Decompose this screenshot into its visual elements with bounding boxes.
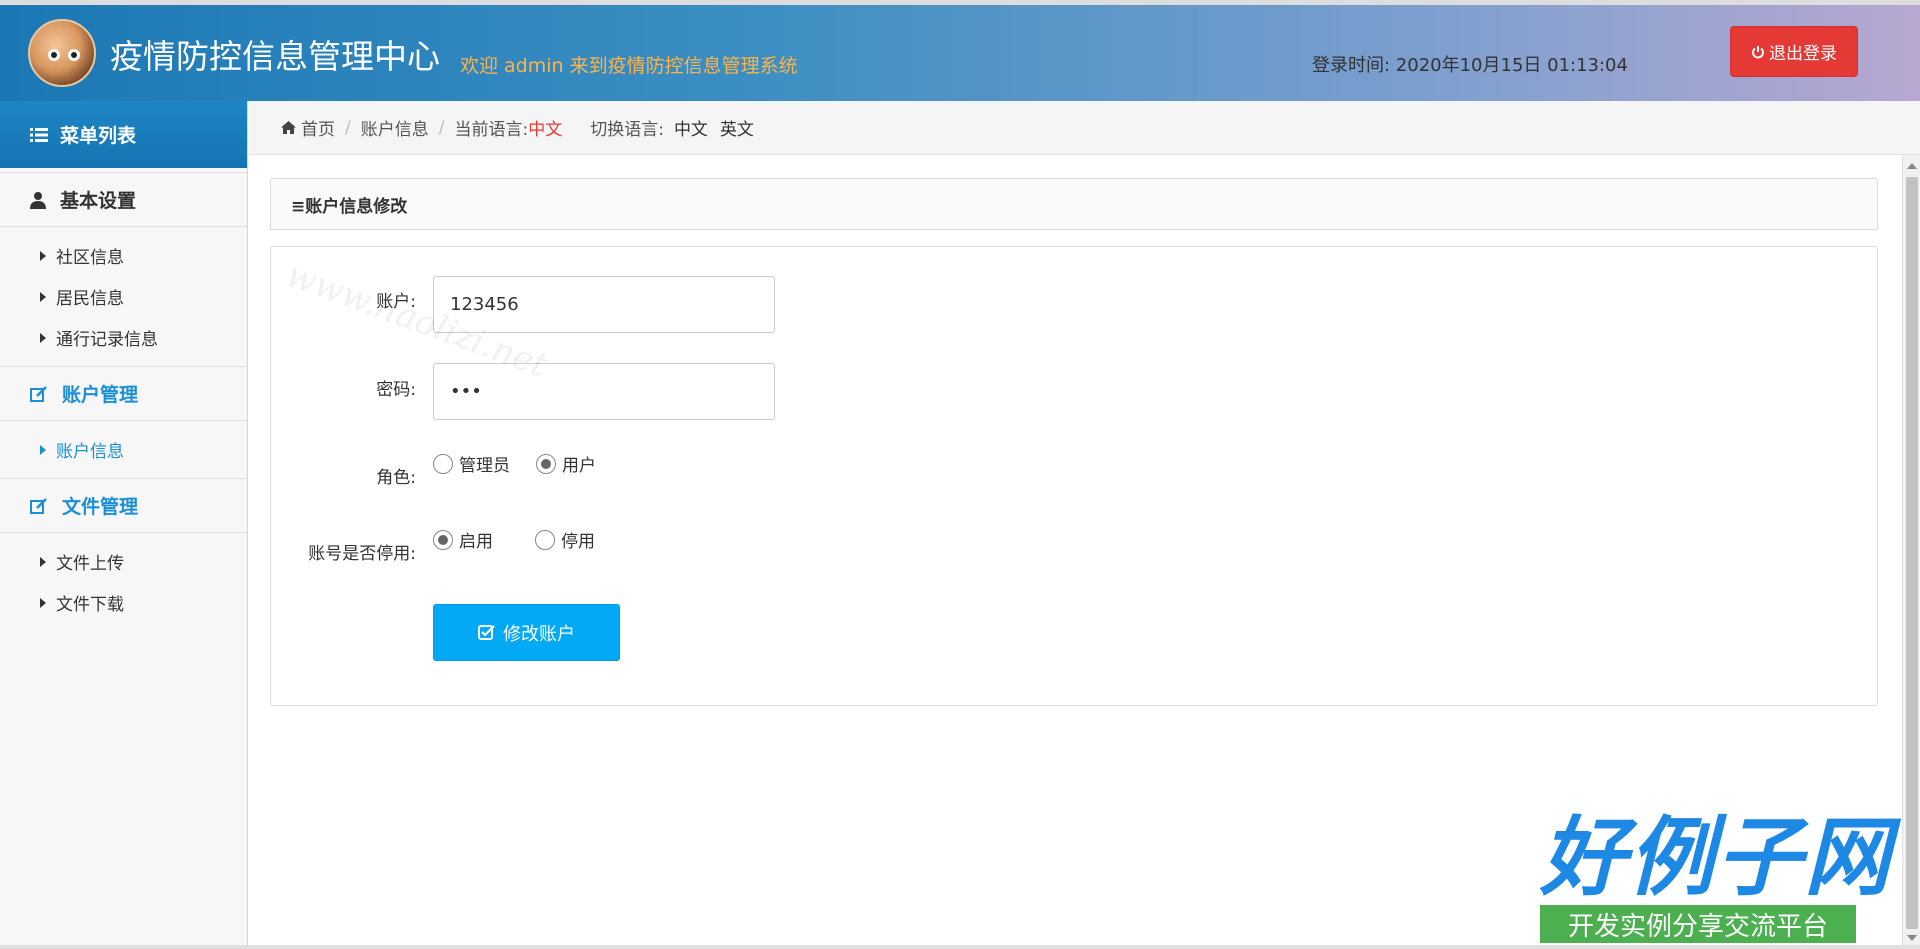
role-label: 角色: [376, 468, 416, 488]
sidebar-item-community-info[interactable]: 社区信息 [0, 235, 247, 276]
status-radio-enabled[interactable]: 启用 [433, 527, 493, 552]
role-radio-user[interactable]: 用户 [536, 451, 596, 476]
edit-icon [30, 385, 48, 403]
current-language-label: 当前语言: [454, 120, 529, 140]
account-label: 账户: [376, 292, 416, 312]
radio-label: 启用 [459, 532, 493, 552]
home-icon [281, 121, 296, 134]
radio-circle [535, 529, 555, 550]
scrollbar-thumb[interactable] [1906, 177, 1918, 929]
logout-button[interactable]: 退出登录 [1730, 26, 1858, 77]
password-input[interactable] [433, 363, 775, 420]
sidebar-item-file-download[interactable]: 文件下载 [0, 582, 247, 623]
breadcrumb-separator: / [345, 117, 351, 138]
switch-language-label: 切换语言: [590, 120, 664, 140]
section-label: 账户管理 [62, 384, 139, 406]
welcome-text: 欢迎 admin 来到疫情防控信息管理系统 [460, 55, 798, 77]
caret-right-icon [40, 597, 46, 608]
sidebar: 菜单列表 基本设置 社区信息 居民信息 通行记录信息 账户管理 账户信息 文件管… [0, 101, 248, 949]
caret-right-icon [40, 332, 46, 343]
watermark-logo-subtitle: 开发实例分享交流平台 [1540, 905, 1856, 943]
radio-label: 停用 [561, 532, 595, 552]
radio-circle-selected [433, 529, 453, 550]
sidebar-item-access-records[interactable]: 通行记录信息 [0, 317, 247, 358]
menu-list-header[interactable]: 菜单列表 [0, 101, 247, 168]
menu-list-title: 菜单列表 [60, 125, 137, 147]
content-scrollbar[interactable] [1902, 155, 1920, 949]
power-icon [1751, 45, 1765, 59]
section-label: 文件管理 [62, 496, 139, 518]
sidebar-item-file-upload[interactable]: 文件上传 [0, 541, 247, 582]
edit-icon [30, 497, 48, 515]
logout-label: 退出登录 [1769, 44, 1837, 64]
sidebar-item-label: 居民信息 [56, 289, 124, 309]
radio-label: 管理员 [459, 456, 510, 476]
breadcrumb-home-link[interactable]: 首页 [301, 115, 335, 140]
watermark-logo-title: 好例子网 [1540, 808, 1892, 908]
switch-language-en[interactable]: 英文 [720, 115, 754, 140]
caret-right-icon [40, 444, 46, 455]
radio-circle [433, 453, 453, 474]
breadcrumb: 首页 / 账户信息 / 当前语言: 中文 切换语言: 中文 英文 [249, 101, 1920, 155]
login-time: 登录时间: 2020年10月15日 01:13:04 [1312, 55, 1628, 76]
update-account-label: 修改账户 [503, 623, 575, 645]
sidebar-section-account-management[interactable]: 账户管理 [0, 366, 247, 421]
panel-title: ≡账户信息修改 [291, 196, 408, 217]
sidebar-item-label: 社区信息 [56, 248, 124, 268]
caret-right-icon [40, 250, 46, 261]
account-edit-form: 账户: 密码: 角色: 管理员 用户 账号是否停用: 启用 停用 修改账户 [270, 246, 1878, 706]
sidebar-item-account-info[interactable]: 账户信息 [0, 429, 247, 470]
caret-right-icon [40, 291, 46, 302]
sidebar-item-resident-info[interactable]: 居民信息 [0, 276, 247, 317]
password-label: 密码: [376, 380, 416, 400]
account-status-label: 账号是否停用: [308, 544, 416, 564]
avatar [28, 19, 96, 87]
scroll-up-arrow-icon[interactable] [1907, 163, 1917, 169]
list-icon [30, 127, 48, 142]
role-radio-group: 管理员 用户 [433, 451, 596, 476]
scroll-down-arrow-icon[interactable] [1907, 935, 1917, 941]
sidebar-section-basic-settings[interactable]: 基本设置 [0, 172, 247, 227]
sidebar-item-label: 文件上传 [56, 554, 124, 574]
account-input[interactable] [433, 276, 775, 333]
breadcrumb-current: 账户信息 [360, 120, 429, 140]
sidebar-item-label: 通行记录信息 [56, 330, 158, 350]
radio-label: 用户 [562, 456, 596, 476]
panel-header: ≡账户信息修改 [270, 178, 1878, 230]
app-title: 疫情防控信息管理中心 [110, 37, 440, 76]
watermark-logo: 好例子网 开发实例分享交流平台 [1540, 808, 1892, 943]
sidebar-item-label: 账户信息 [56, 442, 124, 462]
sidebar-item-label: 文件下载 [56, 595, 124, 615]
breadcrumb-separator: / [438, 117, 445, 138]
update-account-button[interactable]: 修改账户 [433, 604, 620, 661]
caret-right-icon [40, 556, 46, 567]
current-language-value: 中文 [528, 120, 563, 140]
section-label: 基本设置 [60, 190, 137, 212]
check-square-icon [478, 624, 495, 641]
radio-circle-selected [536, 453, 556, 474]
status-radio-group: 启用 停用 [433, 527, 595, 552]
role-radio-admin[interactable]: 管理员 [433, 451, 510, 476]
user-icon [30, 191, 46, 209]
app-header: 疫情防控信息管理中心 欢迎 admin 来到疫情防控信息管理系统 登录时间: 2… [0, 5, 1920, 101]
window-bottom-border [0, 945, 1920, 949]
switch-language-zh[interactable]: 中文 [674, 115, 708, 140]
status-radio-disabled[interactable]: 停用 [535, 527, 595, 552]
sidebar-section-file-management[interactable]: 文件管理 [0, 478, 247, 533]
